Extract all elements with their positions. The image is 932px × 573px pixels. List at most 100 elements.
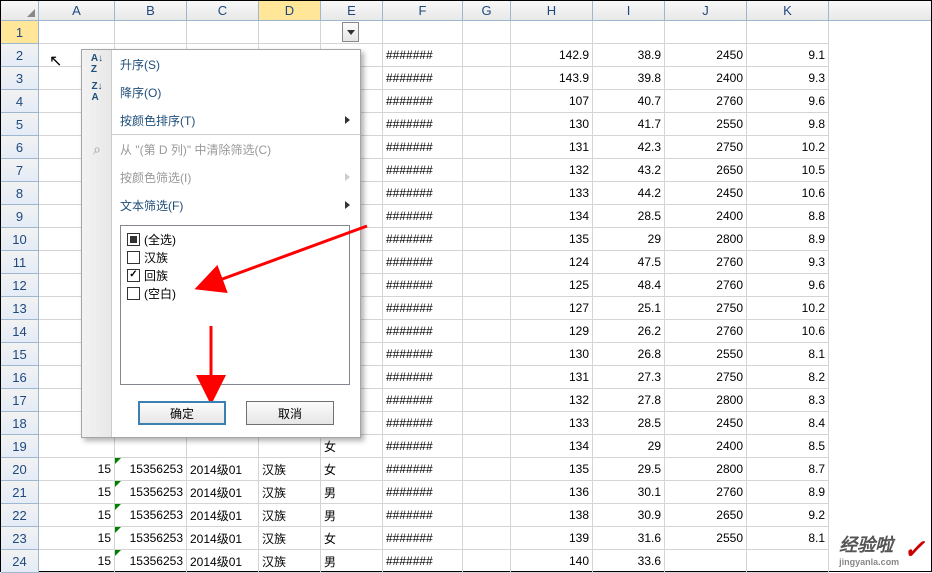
cell[interactable]: 汉族 bbox=[259, 504, 321, 527]
cell[interactable] bbox=[665, 21, 747, 44]
column-header-A[interactable]: A bbox=[39, 1, 115, 20]
cell[interactable]: 40.7 bbox=[593, 90, 665, 113]
cell[interactable]: 38.9 bbox=[593, 44, 665, 67]
cell[interactable] bbox=[463, 297, 511, 320]
row-header[interactable]: 5 bbox=[1, 113, 39, 136]
cell[interactable]: 8.1 bbox=[747, 343, 829, 366]
row-header[interactable]: 17 bbox=[1, 389, 39, 412]
cell[interactable]: 133 bbox=[511, 182, 593, 205]
cell[interactable]: 2400 bbox=[665, 67, 747, 90]
cancel-button[interactable]: 取消 bbox=[246, 401, 334, 425]
cell[interactable]: ####### bbox=[383, 136, 463, 159]
cell[interactable]: 男 bbox=[321, 504, 383, 527]
cell[interactable]: 39.8 bbox=[593, 67, 665, 90]
cell[interactable]: 2450 bbox=[665, 182, 747, 205]
cell[interactable]: 43.2 bbox=[593, 159, 665, 182]
cell[interactable]: 131 bbox=[511, 366, 593, 389]
cell[interactable]: 汉族 bbox=[259, 527, 321, 550]
cell[interactable] bbox=[39, 435, 115, 458]
cell[interactable]: 47.5 bbox=[593, 251, 665, 274]
cell[interactable]: 29 bbox=[593, 228, 665, 251]
cell[interactable]: 131 bbox=[511, 136, 593, 159]
cell[interactable]: 汉族 bbox=[259, 481, 321, 504]
cell[interactable]: 28.5 bbox=[593, 205, 665, 228]
cell[interactable]: 33.6 bbox=[593, 550, 665, 573]
cell[interactable]: 26.8 bbox=[593, 343, 665, 366]
cell[interactable]: 10.5 bbox=[747, 159, 829, 182]
row-header[interactable]: 19 bbox=[1, 435, 39, 458]
cell[interactable]: 15356253 bbox=[115, 481, 187, 504]
cell[interactable]: 142.9 bbox=[511, 44, 593, 67]
filter-option[interactable]: (全选) bbox=[127, 230, 343, 248]
row-header[interactable]: 13 bbox=[1, 297, 39, 320]
cell[interactable]: 135 bbox=[511, 228, 593, 251]
cell[interactable]: 8.8 bbox=[747, 205, 829, 228]
cell[interactable]: 129 bbox=[511, 320, 593, 343]
cell[interactable]: 10.2 bbox=[747, 136, 829, 159]
column-header-K[interactable]: K bbox=[747, 1, 829, 20]
row-header[interactable]: 10 bbox=[1, 228, 39, 251]
cell[interactable]: 2760 bbox=[665, 481, 747, 504]
cell[interactable] bbox=[463, 458, 511, 481]
row-header[interactable]: 1 bbox=[1, 21, 39, 44]
row-header[interactable]: 18 bbox=[1, 412, 39, 435]
cell[interactable]: 8.9 bbox=[747, 228, 829, 251]
cell[interactable]: 8.2 bbox=[747, 366, 829, 389]
cell[interactable]: 124 bbox=[511, 251, 593, 274]
cell[interactable]: 9.2 bbox=[747, 504, 829, 527]
column-header-I[interactable]: I bbox=[593, 1, 665, 20]
cell[interactable]: ####### bbox=[383, 113, 463, 136]
row-header[interactable]: 9 bbox=[1, 205, 39, 228]
cell[interactable] bbox=[463, 366, 511, 389]
cell[interactable]: 女 bbox=[321, 527, 383, 550]
cell[interactable]: 2014级01 bbox=[187, 504, 259, 527]
cell[interactable]: 27.3 bbox=[593, 366, 665, 389]
cell[interactable]: 44.2 bbox=[593, 182, 665, 205]
cell[interactable]: 15356253 bbox=[115, 550, 187, 573]
checkbox[interactable] bbox=[127, 251, 140, 264]
cell[interactable]: ####### bbox=[383, 297, 463, 320]
cell[interactable] bbox=[463, 481, 511, 504]
cell[interactable]: 2014级01 bbox=[187, 527, 259, 550]
cell[interactable]: 41.7 bbox=[593, 113, 665, 136]
cell[interactable]: ####### bbox=[383, 67, 463, 90]
filter-option[interactable]: (空白) bbox=[127, 284, 343, 302]
select-all-corner[interactable] bbox=[1, 1, 39, 20]
cell[interactable]: 2800 bbox=[665, 458, 747, 481]
cell[interactable]: 130 bbox=[511, 113, 593, 136]
cell[interactable]: ####### bbox=[383, 182, 463, 205]
cell[interactable]: 2550 bbox=[665, 527, 747, 550]
cell[interactable]: 汉族 bbox=[259, 458, 321, 481]
cell[interactable]: 139 bbox=[511, 527, 593, 550]
cell[interactable] bbox=[115, 21, 187, 44]
cell[interactable]: 132 bbox=[511, 389, 593, 412]
cell[interactable]: 31.6 bbox=[593, 527, 665, 550]
row-header[interactable]: 20 bbox=[1, 458, 39, 481]
cell[interactable]: 30.1 bbox=[593, 481, 665, 504]
cell[interactable]: 2650 bbox=[665, 504, 747, 527]
cell[interactable]: 107 bbox=[511, 90, 593, 113]
cell[interactable]: 9.3 bbox=[747, 251, 829, 274]
cell[interactable]: 男 bbox=[321, 550, 383, 573]
cell[interactable]: ####### bbox=[383, 44, 463, 67]
cell[interactable]: 130 bbox=[511, 343, 593, 366]
sort-ascending[interactable]: A↓Z 升序(S) bbox=[82, 50, 360, 78]
cell[interactable]: 9.6 bbox=[747, 90, 829, 113]
cell[interactable]: 136 bbox=[511, 481, 593, 504]
cell[interactable]: 29.5 bbox=[593, 458, 665, 481]
cell[interactable] bbox=[463, 159, 511, 182]
cell[interactable] bbox=[463, 412, 511, 435]
ok-button[interactable]: 确定 bbox=[138, 401, 226, 425]
cell[interactable] bbox=[383, 21, 463, 44]
cell[interactable]: 2650 bbox=[665, 159, 747, 182]
text-filter[interactable]: 文本筛选(F) bbox=[82, 191, 360, 219]
cell[interactable]: 15 bbox=[39, 458, 115, 481]
column-header-F[interactable]: F bbox=[383, 1, 463, 20]
cell[interactable]: ####### bbox=[383, 159, 463, 182]
cell[interactable] bbox=[463, 136, 511, 159]
row-header[interactable]: 16 bbox=[1, 366, 39, 389]
column-header-J[interactable]: J bbox=[665, 1, 747, 20]
row-header[interactable]: 2 bbox=[1, 44, 39, 67]
cell[interactable]: 135 bbox=[511, 458, 593, 481]
cell[interactable]: 2800 bbox=[665, 389, 747, 412]
